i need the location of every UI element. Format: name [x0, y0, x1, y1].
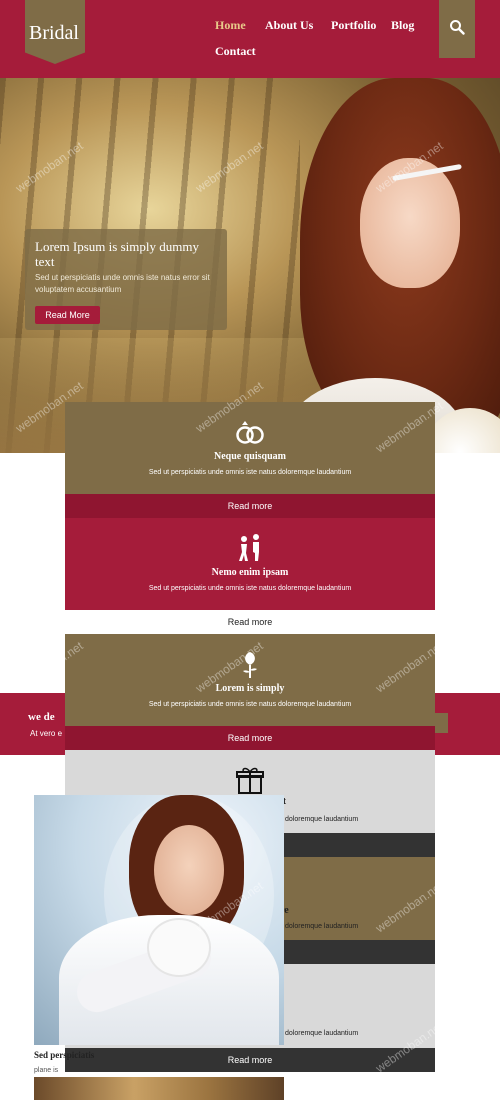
gallery-title: Sed perspiciatis	[34, 1050, 95, 1060]
hero-caption: Lorem Ipsum is simply dummy text Sed ut …	[25, 229, 227, 330]
service-text-4: doloremque laudantium	[285, 816, 359, 823]
photo-face	[154, 825, 224, 915]
promo-title: we de	[28, 711, 55, 723]
main-nav: Home About Us Portfolio Blog Contact	[0, 0, 500, 78]
gallery-photo-2[interactable]	[34, 1077, 284, 1100]
promo-text: At vero e	[30, 729, 63, 738]
search-button[interactable]	[439, 0, 475, 58]
nav-item-portfolio[interactable]: Portfolio	[331, 18, 376, 33]
gift-icon	[236, 767, 264, 794]
service-6-read-more-button[interactable]: Read more	[65, 1048, 435, 1072]
nav-item-about-us[interactable]: About Us	[265, 18, 313, 33]
service-text-5: doloremque laudantium	[285, 923, 359, 930]
nav-item-blog[interactable]: Blog	[391, 18, 414, 33]
service-title-2: Nemo enim ipsam	[211, 567, 289, 578]
service-3-read-more-button[interactable]: Read more	[65, 726, 435, 750]
hero-title: Lorem Ipsum is simply dummy text	[35, 239, 199, 269]
gallery-subtitle: plane is	[34, 1067, 59, 1074]
service-title-1: Neque quisquam	[214, 451, 286, 462]
photo-puppy	[149, 920, 209, 975]
service-card-1: Neque quisquam Sed ut perspiciatis unde …	[65, 402, 435, 494]
service-card-3: Lorem is simply Sed ut perspiciatis unde…	[65, 634, 435, 726]
hero-text: Sed ut perspiciatis unde omnis iste natu…	[35, 273, 210, 294]
nav-item-contact[interactable]: Contact	[215, 44, 256, 59]
search-icon	[450, 20, 465, 35]
site-header: Bridal Home About Us Portfolio Blog Cont…	[0, 0, 500, 78]
service-text-1: Sed ut perspiciatis unde omnis iste natu…	[148, 469, 352, 476]
gallery-photo-bride-with-puppy[interactable]	[34, 795, 284, 1045]
rose-icon	[243, 652, 257, 678]
nav-item-home[interactable]: Home	[215, 18, 246, 33]
service-2-read-more-button[interactable]: Read more	[65, 610, 435, 634]
service-1-read-more-button[interactable]: Read more	[65, 494, 435, 518]
service-text-3: Sed ut perspiciatis unde omnis iste natu…	[148, 701, 352, 708]
service-text-6: doloremque laudantium	[285, 1030, 359, 1037]
service-title-3: Lorem is simply	[215, 683, 285, 694]
couple-icon	[239, 534, 259, 561]
service-card-2: Nemo enim ipsam Sed ut perspiciatis unde…	[65, 518, 435, 610]
service-text-2: Sed ut perspiciatis unde omnis iste natu…	[148, 585, 352, 592]
hero-read-more-button[interactable]: Read More	[35, 306, 100, 324]
rings-icon	[236, 421, 264, 444]
